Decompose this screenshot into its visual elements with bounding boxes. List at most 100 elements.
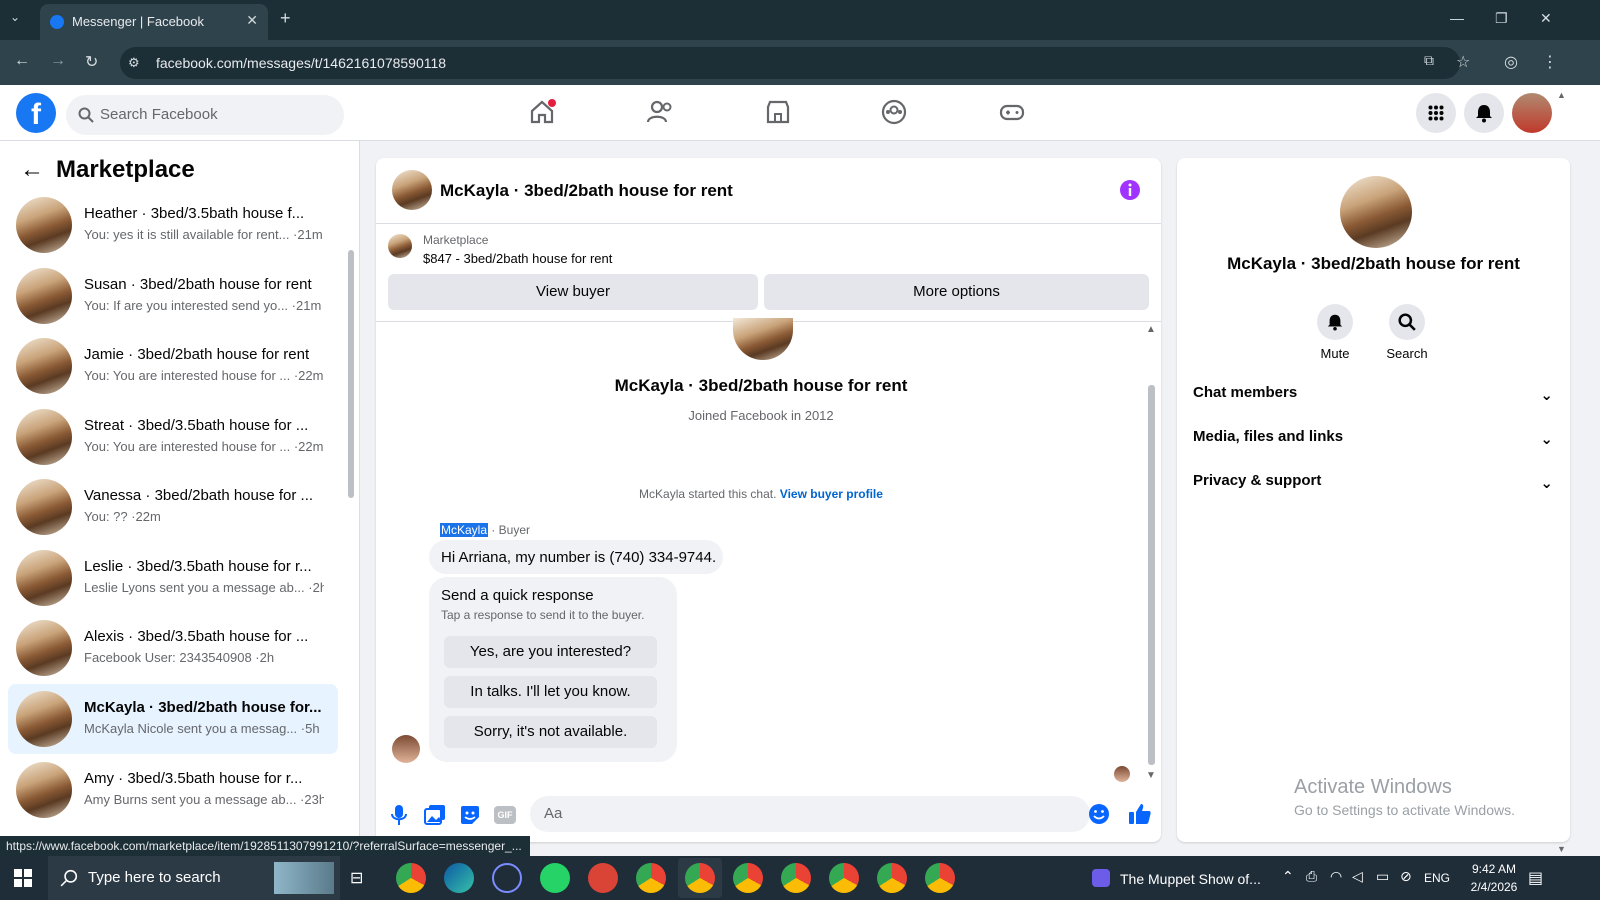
conversation-name: Leslie · 3bed/3.5bath house for r...	[84, 558, 312, 575]
chat-avatar[interactable]	[392, 170, 432, 210]
notification-center-icon[interactable]: ▤	[1528, 868, 1543, 888]
minimize-icon[interactable]: —	[1450, 10, 1464, 26]
battery-icon[interactable]: ▭	[1376, 868, 1389, 885]
sticker-icon[interactable]	[459, 804, 481, 826]
edge-taskbar-icon[interactable]	[444, 863, 474, 893]
sender-avatar[interactable]	[392, 735, 420, 763]
volume-icon[interactable]: ◁	[1352, 868, 1363, 885]
scroll-down-icon[interactable]: ▼	[1146, 770, 1156, 781]
chat-members-section[interactable]: Chat members ⌄	[1193, 384, 1553, 404]
media-app-icon[interactable]	[1092, 869, 1110, 887]
sidebar-scrollbar[interactable]	[348, 250, 354, 498]
groups-icon[interactable]	[880, 98, 908, 126]
wpm-taskbar-icon[interactable]	[588, 863, 618, 893]
language-indicator[interactable]: ENG	[1424, 871, 1450, 885]
wifi-off-icon[interactable]: ⊘	[1400, 868, 1412, 885]
conversation-item[interactable]: Susan · 3bed/2bath house for rent You: If…	[8, 261, 338, 331]
menu-grid-icon[interactable]	[1416, 93, 1456, 133]
taskbar-search-box[interactable]: Type here to search	[48, 856, 340, 900]
profile-icon[interactable]: ◎	[1504, 52, 1518, 72]
close-tab-icon[interactable]: ✕	[246, 12, 258, 29]
conversation-item[interactable]: Leslie · 3bed/3.5bath house for r... Lesl…	[8, 543, 338, 613]
whatsapp-taskbar-icon[interactable]	[540, 863, 570, 893]
restore-icon[interactable]: ❐	[1495, 10, 1508, 27]
browser-menu-icon[interactable]: ⋮	[1542, 52, 1558, 72]
conversation-name: Alexis · 3bed/3.5bath house for ...	[84, 628, 309, 645]
emoji-icon[interactable]	[1088, 803, 1110, 825]
listing-title[interactable]: $847 - 3bed/2bath house for rent	[423, 251, 612, 266]
browser-tab[interactable]: Messenger | Facebook ✕	[40, 4, 268, 40]
page-scroll-up-icon[interactable]: ▲	[1557, 90, 1566, 100]
chrome-profile-taskbar-icon[interactable]	[685, 863, 715, 893]
friends-icon[interactable]	[646, 98, 674, 126]
quick-reply-button[interactable]: Yes, are you interested?	[444, 636, 657, 668]
gif-icon[interactable]: GIF	[494, 806, 516, 824]
conversation-item-selected[interactable]: McKayla · 3bed/2bath house for... McKayla…	[8, 684, 338, 754]
page-scroll-down-icon[interactable]: ▼	[1557, 844, 1566, 854]
notifications-bell-icon[interactable]	[1464, 93, 1504, 133]
site-info-icon[interactable]: ⚙	[128, 55, 140, 71]
chrome-profile-taskbar-icon[interactable]	[733, 863, 763, 893]
chrome-profile-taskbar-icon[interactable]	[925, 863, 955, 893]
like-thumb-icon[interactable]	[1128, 802, 1152, 826]
back-icon[interactable]: ←	[14, 52, 30, 70]
app-taskbar-icon[interactable]	[492, 863, 522, 893]
network-icon[interactable]: ◠	[1330, 868, 1342, 885]
forward-icon[interactable]: →	[50, 52, 66, 70]
tab-search-icon[interactable]: ⌄	[10, 10, 20, 24]
info-icon[interactable]	[1119, 179, 1141, 201]
privacy-support-section[interactable]: Privacy & support ⌄	[1193, 472, 1553, 492]
chat-scrollbar[interactable]	[1148, 385, 1155, 765]
quick-reply-button[interactable]: Sorry, it's not available.	[444, 716, 657, 748]
conversation-item[interactable]: Vanessa · 3bed/2bath house for ... You: ?…	[8, 472, 338, 542]
chevron-down-icon: ⌄	[1540, 475, 1553, 492]
message-input[interactable]: Aa	[530, 796, 1109, 832]
media-title[interactable]: The Muppet Show of...	[1120, 871, 1261, 887]
tray-expand-icon[interactable]: ⌃	[1282, 868, 1294, 885]
chat-title[interactable]: McKayla · 3bed/2bath house for rent	[440, 181, 733, 201]
bookmark-star-icon[interactable]: ☆	[1456, 52, 1470, 72]
scroll-up-icon[interactable]: ▲	[1146, 324, 1156, 335]
tab-title: Messenger | Facebook	[72, 14, 204, 29]
conversation-item[interactable]: Jamie · 3bed/2bath house for rent You: Yo…	[8, 331, 338, 401]
close-window-icon[interactable]: ✕	[1540, 10, 1552, 27]
back-arrow-icon[interactable]: ←	[20, 156, 44, 184]
new-tab-icon[interactable]: +	[280, 8, 291, 29]
info-avatar[interactable]	[1340, 176, 1412, 248]
url-text[interactable]: facebook.com/messages/t/1462161078590118	[156, 55, 446, 71]
windows-start-icon[interactable]	[14, 869, 32, 887]
photo-icon[interactable]	[424, 804, 446, 826]
facebook-logo[interactable]: f	[16, 93, 56, 133]
listing-banner: Marketplace $847 - 3bed/2bath house for …	[376, 224, 1161, 322]
view-buyer-button[interactable]: View buyer	[388, 274, 758, 310]
chrome-profile-taskbar-icon[interactable]	[877, 863, 907, 893]
search-facebook-input[interactable]: Search Facebook	[66, 95, 344, 135]
clock-date[interactable]: 2/4/2026	[1466, 880, 1522, 894]
chrome-taskbar-icon[interactable]	[396, 863, 426, 893]
clock-time[interactable]: 9:42 AM	[1466, 862, 1522, 876]
conversation-item[interactable]: Alexis · 3bed/3.5bath house for ... Faceb…	[8, 613, 338, 683]
more-options-button[interactable]: More options	[764, 274, 1149, 310]
gaming-icon[interactable]	[998, 98, 1026, 126]
task-view-icon[interactable]: ⊟	[350, 868, 363, 888]
install-app-icon[interactable]: ⧉	[1424, 52, 1434, 69]
chrome-profile-taskbar-icon[interactable]	[636, 863, 666, 893]
account-avatar[interactable]	[1512, 93, 1552, 133]
media-files-section[interactable]: Media, files and links ⌄	[1193, 428, 1553, 448]
search-conversation-button[interactable]	[1389, 304, 1425, 340]
conversation-item[interactable]: Heather · 3bed/3.5bath house f... You: ye…	[8, 190, 338, 260]
marketplace-icon[interactable]	[764, 98, 792, 126]
microphone-icon[interactable]	[390, 804, 408, 826]
conversation-item[interactable]: Streat · 3bed/3.5bath house for ... You: …	[8, 402, 338, 472]
reload-icon[interactable]: ↻	[85, 52, 98, 72]
listing-thumbnail[interactable]	[388, 234, 412, 258]
chrome-profile-taskbar-icon[interactable]	[829, 863, 859, 893]
home-icon[interactable]	[528, 98, 556, 126]
chrome-profile-taskbar-icon[interactable]	[781, 863, 811, 893]
view-buyer-profile-link[interactable]: View buyer profile	[780, 487, 883, 501]
conversation-item[interactable]: Amy · 3bed/3.5bath house for r... Amy Bur…	[8, 755, 338, 825]
quick-reply-button[interactable]: In talks. I'll let you know.	[444, 676, 657, 708]
mute-button[interactable]	[1317, 304, 1353, 340]
message-bubble[interactable]: Hi Arriana, my number is (740) 334-9744.	[429, 540, 723, 574]
meet-now-icon[interactable]: ⎙	[1306, 868, 1317, 885]
